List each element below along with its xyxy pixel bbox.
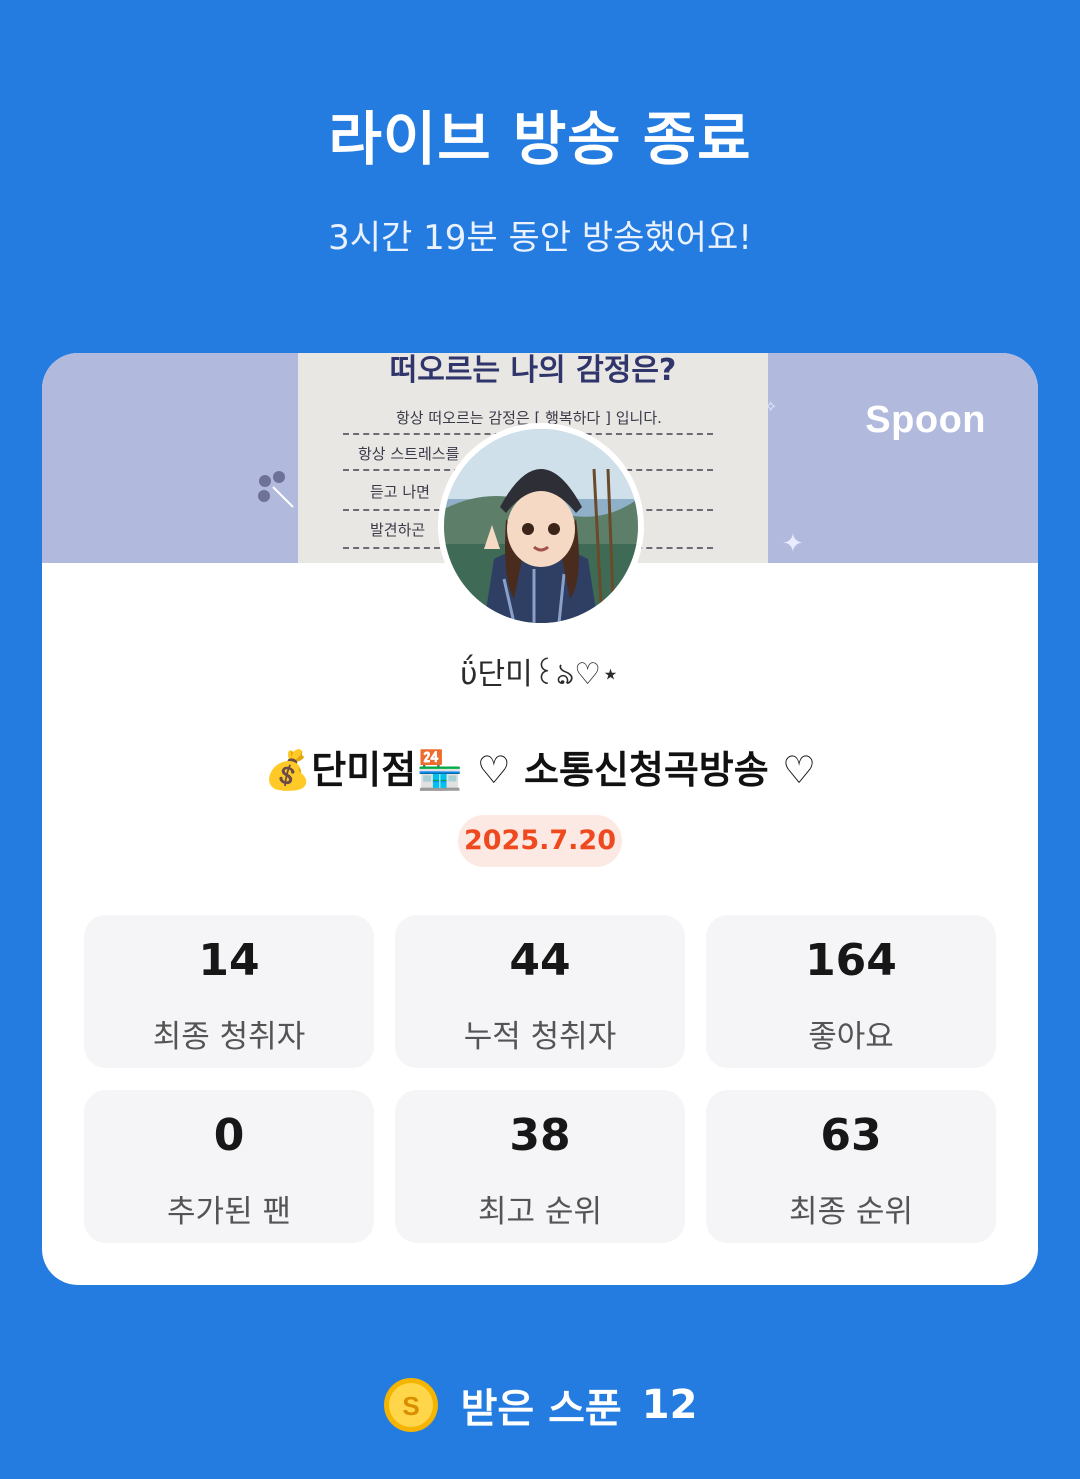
sparkle-icon: ✧ bbox=[764, 397, 778, 416]
banner-line: 발견하곤 bbox=[370, 521, 426, 539]
banner-line: 듣고 나면 bbox=[370, 483, 430, 501]
broadcast-date-badge: 2025.7.20 bbox=[458, 815, 622, 867]
spoon-logo: Spoon bbox=[865, 399, 986, 441]
received-spoons: S 받은 스푼 12 bbox=[0, 1374, 1080, 1436]
received-spoons-label: 받은 스푼 bbox=[460, 1386, 622, 1432]
received-spoons-count: 12 bbox=[641, 1382, 698, 1428]
stat-value: 63 bbox=[820, 1110, 882, 1161]
stat-label: 추가된 팬 bbox=[167, 1194, 291, 1230]
stats-grid: 14 최종 청취자 44 누적 청취자 164 좋아요 0 추가된 팬 38 최… bbox=[84, 915, 996, 1243]
stat-highest-rank: 38 최고 순위 bbox=[395, 1090, 685, 1243]
page-title: 라이브 방송 종료 bbox=[328, 105, 752, 173]
stat-label: 좋아요 bbox=[808, 1019, 894, 1055]
broadcast-duration: 3시간 19분 동안 방송했어요! bbox=[328, 218, 752, 258]
stat-value: 38 bbox=[509, 1110, 571, 1161]
summary-card: 떠오르는 나의 감정은? 항상 떠오르는 감정은 [ 행복하다 ] 입니다. 항… bbox=[42, 353, 1038, 1285]
live-end-screen: 라이브 방송 종료 3시간 19분 동안 방송했어요! 떠오르는 나의 감정은?… bbox=[0, 0, 1080, 1479]
banner-heading: 떠오르는 나의 감정은? bbox=[389, 353, 677, 388]
stat-value: 14 bbox=[198, 935, 260, 986]
coin-letter: S bbox=[402, 1391, 419, 1421]
stat-value: 0 bbox=[213, 1110, 245, 1161]
spoon-coin-icon: S bbox=[383, 1378, 438, 1432]
stat-label: 누적 청취자 bbox=[463, 1019, 617, 1055]
sparkle-icon: ✦ bbox=[782, 529, 804, 559]
stat-label: 최종 청취자 bbox=[152, 1019, 306, 1055]
stat-new-fans: 0 추가된 팬 bbox=[84, 1090, 374, 1243]
broadcast-title: 💰단미점🏪 ♡ 소통신청곡방송 ♡ bbox=[263, 748, 817, 792]
banner-line: 항상 스트레스를 bbox=[358, 445, 460, 463]
flower-dots-decoration bbox=[258, 471, 294, 508]
stat-value: 164 bbox=[805, 935, 897, 986]
stat-likes: 164 좋아요 bbox=[706, 915, 996, 1068]
stat-label: 최종 순위 bbox=[789, 1194, 913, 1230]
stat-value: 44 bbox=[509, 935, 571, 986]
stat-final-listeners: 14 최종 청취자 bbox=[84, 915, 374, 1068]
avatar-illustration bbox=[444, 429, 638, 623]
host-nickname[interactable]: ΰ단미꒰ঌ♡⋆ bbox=[42, 649, 1038, 701]
avatar[interactable] bbox=[438, 423, 644, 629]
stat-total-listeners: 44 누적 청취자 bbox=[395, 915, 685, 1068]
stat-label: 최고 순위 bbox=[478, 1194, 602, 1230]
stat-final-rank: 63 최종 순위 bbox=[706, 1090, 996, 1243]
